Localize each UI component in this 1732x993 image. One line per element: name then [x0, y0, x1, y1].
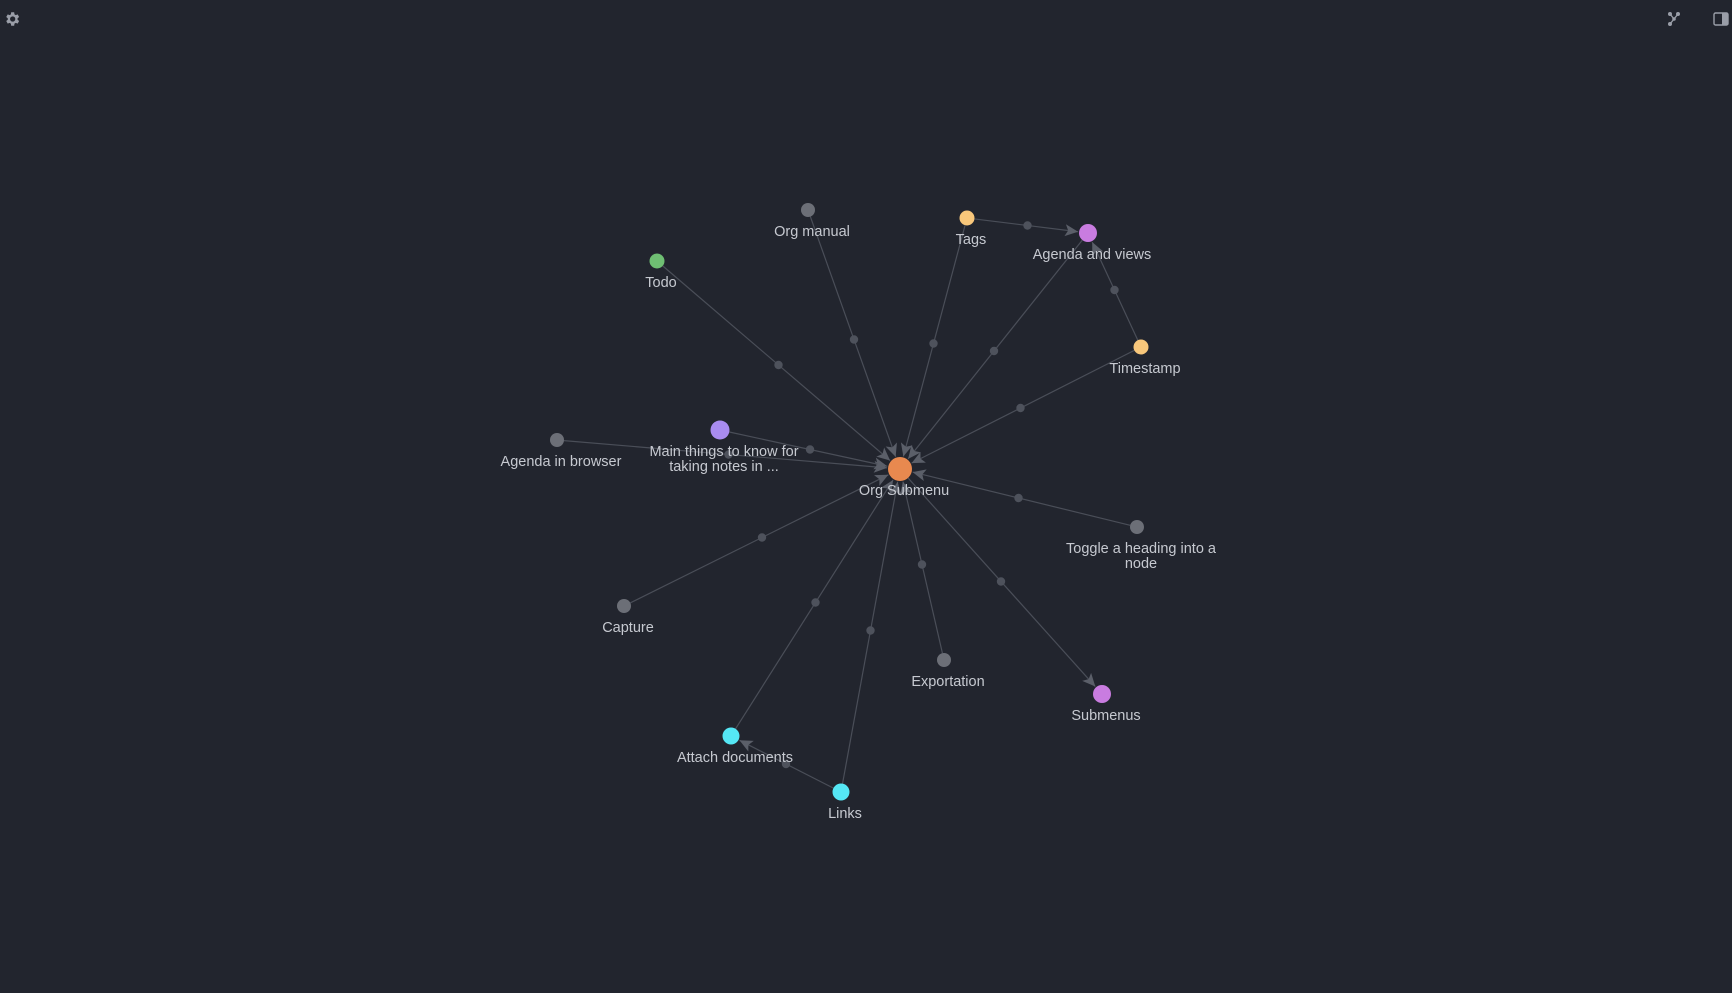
node-label: Timestamp	[1109, 361, 1180, 377]
node-agenda-and-views[interactable]: Agenda and views	[1033, 224, 1152, 263]
node-label: Agenda and views	[1033, 247, 1152, 263]
node-circle[interactable]	[617, 599, 631, 613]
node-label: Tags	[956, 232, 987, 248]
nodes-layer: Org Submenu Org manual Tags Agenda and view…	[501, 203, 1217, 822]
edge-links-to-org-submenu	[841, 481, 902, 784]
node-label-line: Capture	[602, 620, 654, 636]
node-label: Toggle a heading into a node	[1066, 541, 1217, 572]
node-label-line: Exportation	[911, 674, 984, 690]
node-label-line: Agenda in browser	[501, 454, 622, 470]
graph-canvas[interactable]: Org Submenu Org manual Tags Agenda and view…	[0, 0, 1732, 988]
node-circle[interactable]	[1093, 685, 1111, 703]
edge-midpoint	[1016, 403, 1025, 413]
node-label: Org manual	[774, 224, 850, 240]
node-label-line: Attach documents	[677, 750, 793, 766]
edge-org-submenu-to-submenus	[907, 477, 1096, 687]
node-label: Links	[828, 806, 862, 822]
node-label-line: Links	[828, 806, 862, 822]
node-label-line: taking notes in ...	[669, 459, 779, 475]
edge-midpoint	[1110, 285, 1119, 295]
edge-attach-documents-to-org-submenu	[735, 479, 894, 730]
node-toggle-heading[interactable]: Toggle a heading into a node	[1066, 520, 1217, 572]
edge-midpoint	[849, 335, 859, 344]
node-circle[interactable]	[550, 433, 564, 447]
node-links[interactable]: Links	[828, 783, 862, 823]
edge-timestamp-to-org-submenu	[911, 349, 1135, 464]
edges-layer	[563, 216, 1139, 789]
node-circle[interactable]	[937, 653, 951, 667]
edge-midpoint	[917, 560, 927, 569]
node-label: Main things to know for taking notes in .…	[649, 444, 798, 475]
edge-todo-to-org-submenu	[662, 265, 891, 462]
node-todo[interactable]: Todo	[645, 253, 677, 292]
edge-org-manual-to-org-submenu	[809, 216, 897, 457]
edge-midpoint	[811, 598, 820, 607]
node-label-line: Timestamp	[1109, 361, 1180, 377]
edge-agenda-and-views-to-org-submenu	[907, 239, 1083, 460]
node-label: Agenda in browser	[501, 454, 622, 470]
sidebar-toggle-button[interactable]	[1709, 7, 1732, 31]
node-label-line: Agenda and views	[1033, 247, 1152, 263]
node-label-line: node	[1125, 556, 1157, 572]
edge-tags-to-agenda-and-views	[974, 218, 1079, 237]
node-label: Capture	[602, 620, 654, 636]
node-label: Todo	[645, 275, 676, 291]
node-label: Exportation	[911, 674, 984, 690]
node-circle[interactable]	[959, 210, 975, 226]
edge-midpoint	[996, 577, 1006, 586]
graph-view-button[interactable]	[1662, 7, 1686, 31]
edge-tags-to-org-submenu	[900, 225, 966, 457]
edge-midpoint	[805, 445, 815, 454]
settings-button[interactable]	[0, 7, 24, 31]
node-exportation[interactable]: Exportation	[911, 653, 985, 690]
node-circle[interactable]	[649, 253, 665, 269]
sidebar-toggle-icon	[1713, 12, 1729, 26]
edge-midpoint	[989, 346, 999, 356]
edge-arrow	[876, 447, 891, 461]
node-circle[interactable]	[710, 420, 730, 440]
node-circle[interactable]	[801, 203, 815, 217]
gear-icon	[6, 12, 20, 26]
edge-midpoint	[866, 626, 875, 635]
edge-midpoint	[1014, 493, 1023, 503]
edge-exportation-to-org-submenu	[899, 481, 944, 654]
edge-midpoint	[757, 533, 767, 542]
node-circle[interactable]	[832, 783, 850, 801]
node-label: Org Submenu	[859, 483, 949, 499]
edge-capture-to-org-submenu	[630, 474, 889, 604]
node-label-line: Todo	[645, 275, 676, 291]
node-circle[interactable]	[1079, 224, 1097, 242]
node-capture[interactable]: Capture	[602, 599, 654, 636]
edge-midpoint	[929, 339, 938, 348]
node-label-line: Main things to know for	[649, 444, 798, 460]
node-circle[interactable]	[1133, 339, 1149, 355]
edge-midpoint	[774, 360, 783, 370]
node-circle[interactable]	[1130, 520, 1144, 534]
node-circle[interactable]	[888, 457, 912, 481]
node-label: Submenus	[1071, 708, 1140, 724]
node-submenus[interactable]: Submenus	[1071, 685, 1141, 724]
graph-view[interactable]: Org Submenu Org manual Tags Agenda and view…	[0, 0, 1732, 988]
edge-midpoint	[1023, 221, 1032, 230]
node-label: Attach documents	[677, 750, 793, 766]
node-circle[interactable]	[722, 727, 740, 745]
node-attach-documents[interactable]: Attach documents	[677, 727, 793, 767]
node-tags[interactable]: Tags	[956, 210, 987, 249]
node-label-line: Toggle a heading into a	[1066, 541, 1217, 557]
node-agenda-in-browser[interactable]: Agenda in browser	[501, 433, 622, 470]
node-label-line: Submenus	[1071, 708, 1140, 724]
graph-icon	[1668, 12, 1680, 26]
node-label-line: Org Submenu	[859, 483, 949, 499]
node-label-line: Tags	[956, 232, 987, 248]
node-main-things[interactable]: Main things to know for taking notes in .…	[649, 420, 799, 476]
node-label-line: Org manual	[774, 224, 850, 240]
